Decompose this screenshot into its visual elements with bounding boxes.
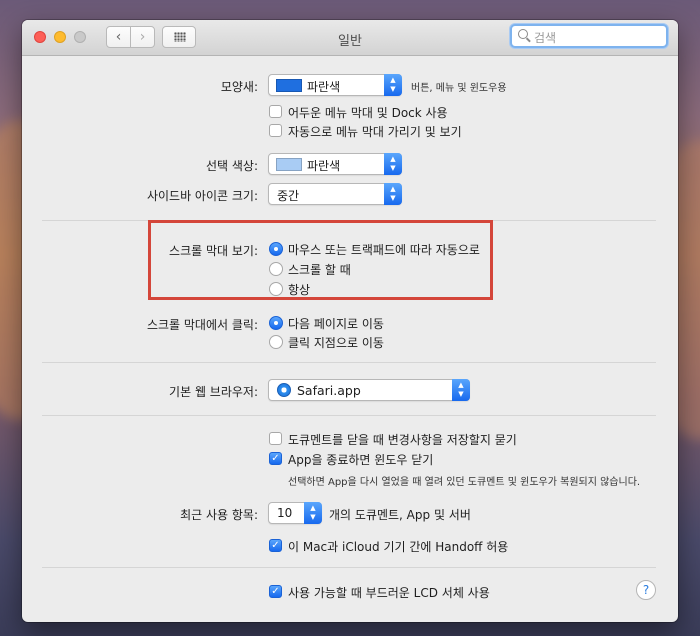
auto-hide-menu-checkbox[interactable]: [269, 124, 282, 137]
scroll-click-option-spot-label: 클릭 지점으로 이동: [288, 336, 384, 350]
appearance-popup[interactable]: 파란색 ▲ ▼: [268, 74, 402, 96]
separator: [42, 415, 656, 416]
close-windows-note: 선택하면 App을 다시 열었을 때 열려 있던 도큐멘트 및 윈도우가 복원되…: [288, 477, 641, 488]
highlight-label: 선택 색상:: [205, 159, 258, 173]
search-field[interactable]: 검색: [510, 24, 668, 48]
ask-keep-changes-checkbox[interactable]: [269, 432, 282, 445]
browser-value: Safari.app: [297, 383, 361, 398]
separator: [42, 362, 656, 363]
browser-popup[interactable]: Safari.app ▲ ▼: [268, 379, 470, 401]
search-placeholder: 검색: [534, 31, 557, 45]
handoff-label: 이 Mac과 iCloud 기기 간에 Handoff 허용: [288, 540, 509, 554]
search-icon: [518, 29, 528, 39]
recent-items-value: 10: [277, 506, 293, 520]
separator: [42, 567, 656, 568]
safari-icon: [277, 383, 291, 397]
browser-label: 기본 웹 브라우저:: [169, 385, 258, 399]
updown-arrow-icon: ▲ ▼: [384, 153, 402, 175]
auto-hide-menu-label: 자동으로 메뉴 막대 가리기 및 보기: [288, 125, 462, 139]
highlight-value: 파란색: [307, 159, 341, 173]
appearance-swatch: [276, 79, 302, 92]
scroll-click-option-next-page-label: 다음 페이지로 이동: [288, 317, 384, 331]
recent-items-suffix: 개의 도큐멘트, App 및 서버: [329, 508, 471, 522]
checkmark-icon: ✓: [271, 586, 280, 597]
scroll-click-label: 스크롤 막대에서 클릭:: [146, 318, 258, 332]
appearance-label: 모양새:: [220, 80, 258, 94]
highlight-popup[interactable]: 파란색 ▲ ▼: [268, 153, 402, 175]
handoff-checkbox[interactable]: ✓: [269, 539, 282, 552]
close-windows-checkbox[interactable]: ✓: [269, 452, 282, 465]
annotation-highlight-box: [148, 220, 493, 300]
help-button[interactable]: ?: [636, 580, 656, 600]
sidebar-icon-popup[interactable]: 중간 ▲ ▼: [268, 183, 402, 205]
recent-items-popup[interactable]: 10 ▲ ▼: [268, 502, 322, 524]
checkmark-icon: ✓: [271, 453, 280, 464]
sidebar-icon-value: 중간: [277, 189, 300, 203]
title-bar: ‹ › 일반 검색: [22, 20, 678, 56]
appearance-note: 버튼, 메뉴 및 윈도우용: [411, 83, 507, 94]
lcd-font-label: 사용 가능할 때 부드러운 LCD 서체 사용: [288, 586, 490, 600]
close-windows-label: App을 종료하면 윈도우 닫기: [288, 453, 434, 467]
preferences-content: 모양새: 파란색 ▲ ▼ 버튼, 메뉴 및 윈도우용 어두운 메뉴 막대 및 Do…: [22, 57, 678, 622]
updown-arrow-icon: ▲ ▼: [304, 502, 322, 524]
appearance-value: 파란색: [307, 80, 341, 94]
general-preferences-window: ‹ › 일반 검색 모양새: 파란색 ▲ ▼ 버튼, 메뉴 및 윈도우용 어두운 …: [22, 20, 678, 622]
scroll-click-option-spot[interactable]: [269, 335, 283, 349]
updown-arrow-icon: ▲ ▼: [384, 183, 402, 205]
scroll-click-option-next-page[interactable]: [269, 316, 283, 330]
ask-keep-changes-label: 도큐멘트를 닫을 때 변경사항을 저장할지 묻기: [288, 433, 517, 447]
sidebar-icon-label: 사이드바 아이콘 크기:: [146, 189, 258, 203]
updown-arrow-icon: ▲ ▼: [452, 379, 470, 401]
recent-items-label: 최근 사용 항목:: [180, 508, 258, 522]
updown-arrow-icon: ▲ ▼: [384, 74, 402, 96]
highlight-swatch: [276, 158, 302, 171]
dark-menu-label: 어두운 메뉴 막대 및 Dock 사용: [288, 106, 448, 120]
checkmark-icon: ✓: [271, 540, 280, 551]
dark-menu-checkbox[interactable]: [269, 105, 282, 118]
lcd-font-checkbox[interactable]: ✓: [269, 585, 282, 598]
